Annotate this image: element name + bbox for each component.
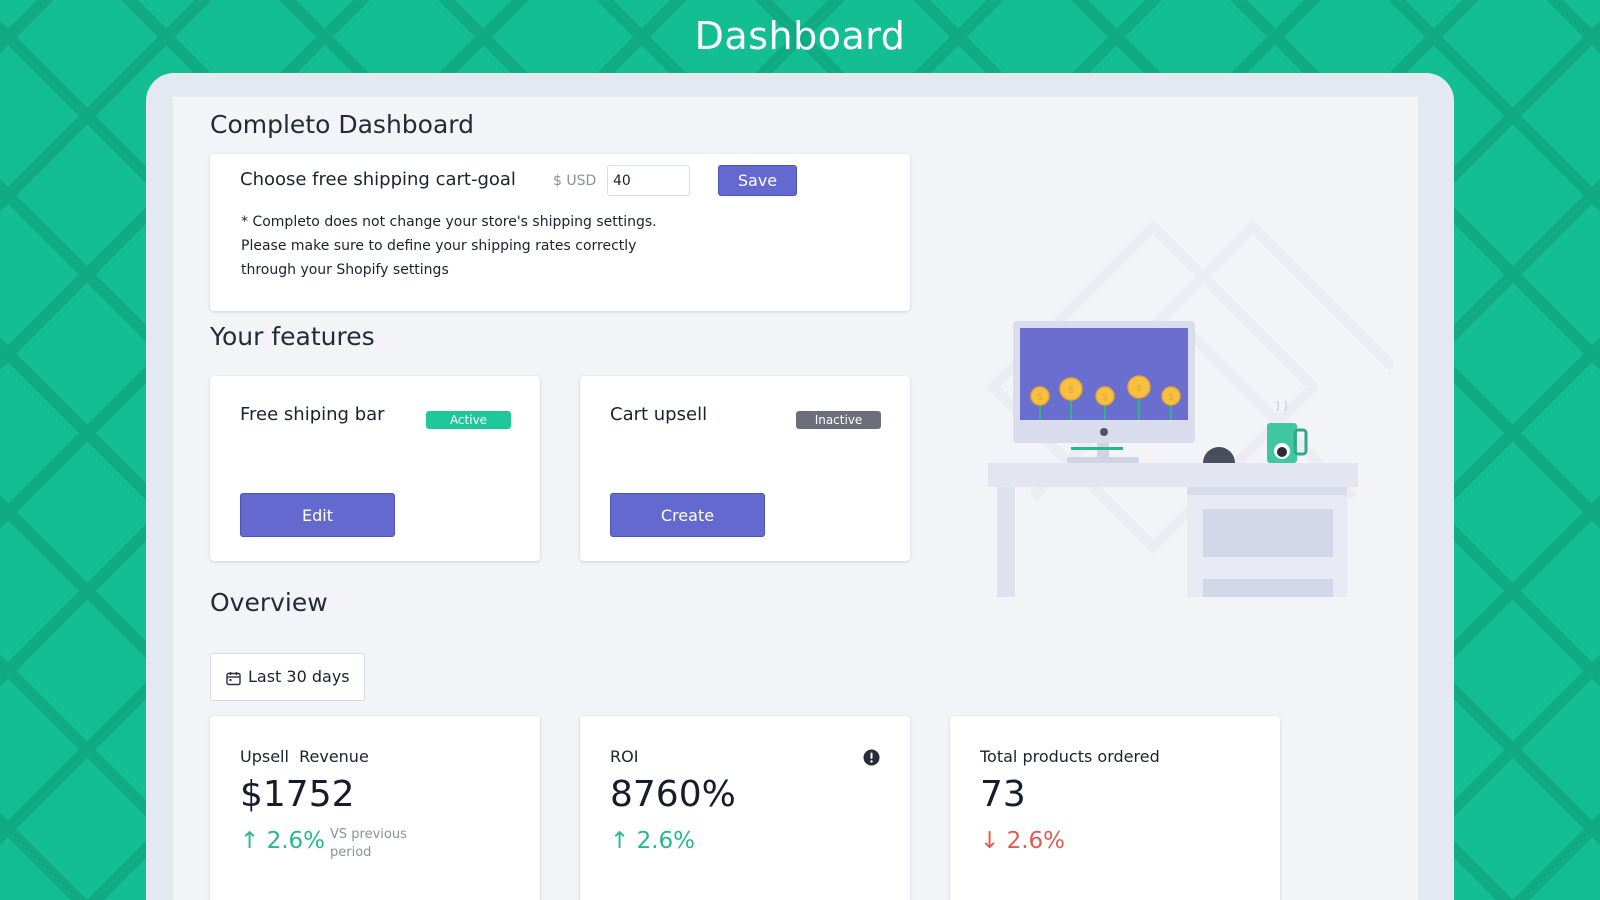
edit-button[interactable]: Edit xyxy=(240,493,395,537)
feature-card-cart-upsell: Cart upsell Inactive Create xyxy=(580,376,910,561)
feature-name: Cart upsell xyxy=(610,404,708,425)
shipping-note-line-1: * Completo does not change your store's … xyxy=(241,214,657,230)
currency-label: $ USD xyxy=(553,173,597,189)
svg-text:$: $ xyxy=(1068,385,1074,396)
dashboard-title: Completo Dashboard xyxy=(210,110,474,139)
dashboard-panel: Completo Dashboard Choose free shipping … xyxy=(173,97,1418,900)
stat-trend-down: ↓ 2.6% xyxy=(980,828,1066,854)
cart-goal-input[interactable] xyxy=(607,165,690,196)
overview-title: Overview xyxy=(210,588,328,617)
stat-label: Upsell Revenue xyxy=(240,747,369,766)
features-title: Your features xyxy=(210,322,375,351)
save-button[interactable]: Save xyxy=(718,165,797,196)
shipping-note-line-2: Please make sure to define your shipping… xyxy=(241,238,637,254)
status-badge-inactive: Inactive xyxy=(796,411,881,429)
feature-name: Free shiping bar xyxy=(240,404,385,425)
create-button[interactable]: Create xyxy=(610,493,765,537)
stat-comparison-note: VS previous period xyxy=(330,827,407,860)
calendar-icon xyxy=(226,672,241,686)
stat-value: 8760% xyxy=(610,774,736,815)
date-filter-label: Last 30 days xyxy=(248,667,350,686)
shipping-goal-heading: Choose free shipping cart-goal xyxy=(240,169,516,190)
stat-value: $1752 xyxy=(240,774,355,815)
svg-text:$: $ xyxy=(1037,392,1043,403)
svg-text:$: $ xyxy=(1102,392,1108,403)
stat-card-upsell-revenue: Upsell Revenue $1752 ↑ 2.6% VS previous … xyxy=(210,716,540,900)
shipping-goal-card: Choose free shipping cart-goal $ USD Sav… xyxy=(210,154,910,311)
stat-trend-up: ↑ 2.6% xyxy=(610,828,696,854)
feature-card-free-shipping-bar: Free shiping bar Active Edit xyxy=(210,376,540,561)
status-badge-active: Active xyxy=(426,411,511,429)
stat-card-roi: ROI 8760% ↑ 2.6% xyxy=(580,716,910,900)
stat-card-total-products: Total products ordered 73 ↓ 2.6% xyxy=(950,716,1280,900)
svg-text:$: $ xyxy=(1136,383,1142,394)
stat-trend-up: ↑ 2.6% xyxy=(240,828,326,854)
stat-label: Total products ordered xyxy=(980,747,1160,766)
info-icon[interactable] xyxy=(863,749,880,766)
svg-text:$: $ xyxy=(1168,392,1174,403)
page-title: Dashboard xyxy=(694,14,906,58)
desk-illustration: $ $ $ $ $ xyxy=(985,219,1393,597)
stat-value: 73 xyxy=(980,774,1026,815)
date-filter-button[interactable]: Last 30 days xyxy=(210,653,365,701)
shipping-note-line-3: through your Shopify settings xyxy=(241,262,449,278)
stat-label: ROI xyxy=(610,747,639,766)
